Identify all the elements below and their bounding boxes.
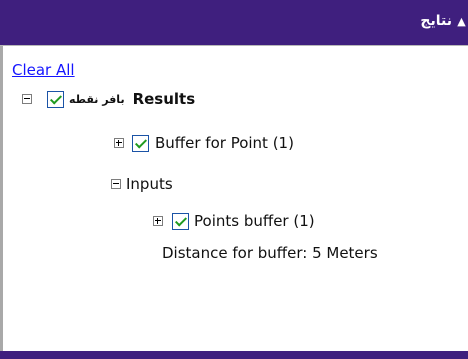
results-label: Results <box>132 90 196 108</box>
buffer-for-point-label: Buffer for Point (1) <box>155 134 294 152</box>
checkbox-checked-icon[interactable] <box>47 90 64 108</box>
tree-row-points-buffer: Points buffer (1) <box>153 211 315 231</box>
tree-row-results: بافر نقطه Results <box>22 89 195 109</box>
inputs-label: Inputs <box>126 175 173 193</box>
plus-box-icon[interactable] <box>114 138 124 148</box>
buffer-distance-text: Distance for buffer: 5 Meters <box>162 244 378 262</box>
plus-box-icon[interactable] <box>153 216 163 226</box>
checkbox-checked-icon[interactable] <box>132 134 149 152</box>
results-header: نتایج ▲ <box>0 0 468 46</box>
panel-left-border <box>0 0 3 359</box>
panel-bottom-bar <box>0 351 468 359</box>
minus-box-icon[interactable] <box>111 179 121 189</box>
tree-row-inputs: Inputs <box>111 174 173 194</box>
tree-row-buffer-for-point: Buffer for Point (1) <box>114 133 294 153</box>
points-buffer-label: Points buffer (1) <box>194 212 315 230</box>
checkbox-checked-icon[interactable] <box>172 212 189 230</box>
clear-all-link[interactable]: Clear All <box>12 61 75 79</box>
minus-box-icon[interactable] <box>22 94 32 104</box>
triangle-up-icon[interactable]: ▲ <box>455 15 468 28</box>
results-panel: نتایج ▲ Clear All بافر نقطه Results Buff… <box>0 0 468 359</box>
results-arabic-label: بافر نقطه <box>69 92 125 106</box>
results-header-title: نتایج <box>420 13 452 29</box>
